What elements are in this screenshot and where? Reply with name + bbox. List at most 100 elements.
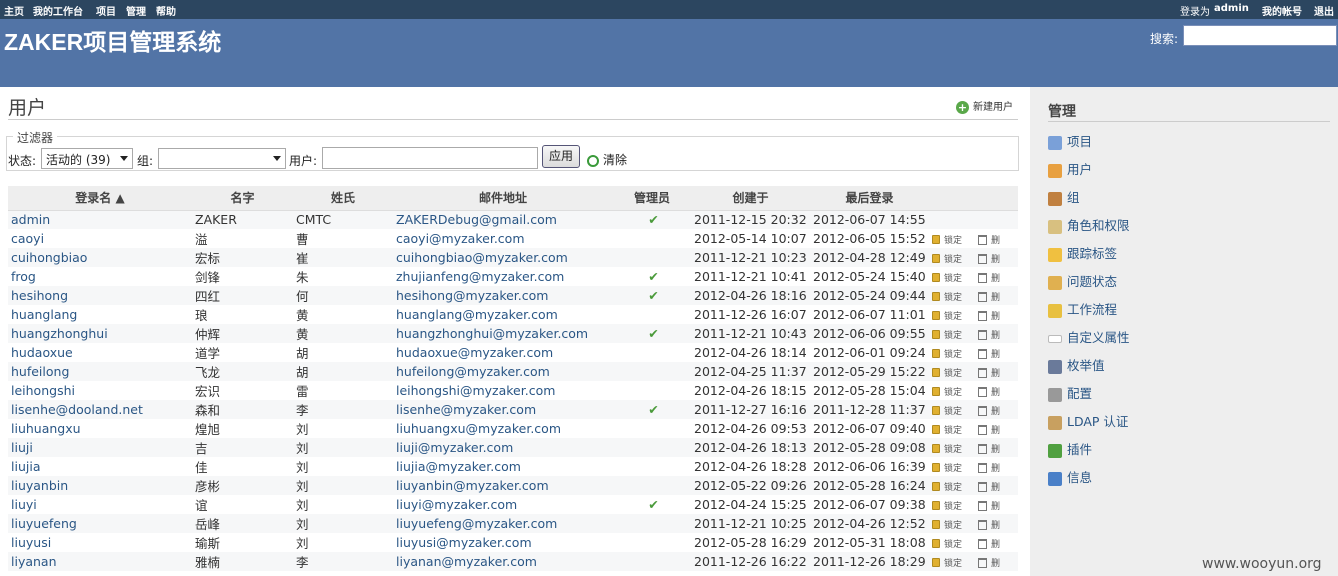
delete-user-link[interactable]: 删 (962, 440, 1000, 455)
lock-user-link[interactable]: 锁定 (932, 231, 962, 246)
user-email-link[interactable]: huanglang@myzaker.com (393, 305, 613, 324)
lock-user-link[interactable]: 锁定 (932, 326, 962, 341)
lock-user-link[interactable]: 锁定 (932, 535, 962, 550)
delete-user-link[interactable]: 删 (962, 402, 1000, 417)
column-header-created[interactable]: 创建于 (691, 186, 810, 211)
delete-user-link[interactable]: 删 (962, 383, 1000, 398)
lock-user-link[interactable]: 锁定 (932, 440, 962, 455)
delete-user-link[interactable]: 删 (962, 307, 1000, 322)
column-header-last-login[interactable]: 最后登录 (810, 186, 929, 211)
sidebar-item-roles[interactable]: 角色和权限 (1048, 215, 1130, 234)
lock-user-link[interactable]: 锁定 (932, 421, 962, 436)
user-email-link[interactable]: liuyusi@myzaker.com (393, 533, 613, 552)
user-login-link[interactable]: leihongshi (8, 381, 192, 400)
delete-user-link[interactable]: 删 (962, 535, 1000, 550)
user-login-link[interactable]: lisenhe@dooland.net (8, 400, 192, 419)
clear-link[interactable]: 清除 (587, 151, 627, 168)
menu-admin-link[interactable]: 管理 (126, 3, 146, 18)
delete-user-link[interactable]: 删 (962, 288, 1000, 303)
lock-user-link[interactable]: 锁定 (932, 250, 962, 265)
user-login-link[interactable]: huanglang (8, 305, 192, 324)
status-select[interactable]: 活动的 (39) (41, 148, 133, 169)
delete-user-link[interactable]: 删 (962, 554, 1000, 569)
user-login-link[interactable]: liuji (8, 438, 192, 457)
menu-help-link[interactable]: 帮助 (156, 3, 176, 18)
lock-user-link[interactable]: 锁定 (932, 345, 962, 360)
my-account-link[interactable]: 我的帐号 (1262, 3, 1302, 18)
user-email-link[interactable]: hesihong@myzaker.com (393, 286, 613, 305)
user-email-link[interactable]: cuihongbiao@myzaker.com (393, 248, 613, 267)
user-login-link[interactable]: liuyusi (8, 533, 192, 552)
user-email-link[interactable]: hudaoxue@myzaker.com (393, 343, 613, 362)
user-login-link[interactable]: hudaoxue (8, 343, 192, 362)
user-email-link[interactable]: liujia@myzaker.com (393, 457, 613, 476)
lock-user-link[interactable]: 锁定 (932, 497, 962, 512)
sidebar-item-info[interactable]: 信息 (1048, 467, 1092, 486)
sidebar-item-ldap[interactable]: LDAP 认证 (1048, 411, 1128, 430)
lock-user-link[interactable]: 锁定 (932, 383, 962, 398)
lock-user-link[interactable]: 锁定 (932, 459, 962, 474)
sidebar-item-tracker[interactable]: 跟踪标签 (1048, 243, 1117, 262)
group-select[interactable] (158, 148, 286, 169)
user-login-link[interactable]: frog (8, 267, 192, 286)
user-login-link[interactable]: liuyanbin (8, 476, 192, 495)
column-header-first-name[interactable]: 名字 (192, 186, 293, 211)
apply-button[interactable]: 应用 (542, 145, 580, 168)
lock-user-link[interactable]: 锁定 (932, 288, 962, 303)
user-login-link[interactable]: liujia (8, 457, 192, 476)
sidebar-item-settings[interactable]: 配置 (1048, 383, 1092, 402)
user-login-link[interactable]: cuihongbiao (8, 248, 192, 267)
delete-user-link[interactable]: 删 (962, 269, 1000, 284)
delete-user-link[interactable]: 删 (962, 326, 1000, 341)
user-login-link[interactable]: hufeilong (8, 362, 192, 381)
sidebar-item-custom-field[interactable]: 自定义属性 (1048, 327, 1130, 346)
column-header-admin[interactable]: 管理员 (613, 186, 691, 211)
sidebar-item-plugin[interactable]: 插件 (1048, 439, 1092, 458)
delete-user-link[interactable]: 删 (962, 497, 1000, 512)
delete-user-link[interactable]: 删 (962, 516, 1000, 531)
column-header-last-name[interactable]: 姓氏 (293, 186, 393, 211)
delete-user-link[interactable]: 删 (962, 459, 1000, 474)
lock-user-link[interactable]: 锁定 (932, 307, 962, 322)
menu-home-link[interactable]: 主页 (4, 3, 24, 18)
new-user-link[interactable]: + 新建用户 (956, 98, 1013, 114)
user-login-link[interactable]: liuyi (8, 495, 192, 514)
site-title[interactable]: ZAKER项目管理系统 (4, 23, 221, 57)
sidebar-item-group[interactable]: 组 (1048, 187, 1080, 206)
user-email-link[interactable]: zhujianfeng@myzaker.com (393, 267, 613, 286)
sidebar-item-list[interactable]: 枚举值 (1048, 355, 1105, 374)
user-login-link[interactable]: caoyi (8, 229, 192, 248)
sidebar-item-issue-status[interactable]: 问题状态 (1048, 271, 1117, 290)
user-email-link[interactable]: huangzhonghui@myzaker.com (393, 324, 613, 343)
user-login-link[interactable]: liuyuefeng (8, 514, 192, 533)
delete-user-link[interactable]: 删 (962, 478, 1000, 493)
user-login-link[interactable]: huangzhonghui (8, 324, 192, 343)
user-email-link[interactable]: leihongshi@myzaker.com (393, 381, 613, 400)
user-email-link[interactable]: liuji@myzaker.com (393, 438, 613, 457)
user-email-link[interactable]: liyanan@myzaker.com (393, 552, 613, 571)
user-login-link[interactable]: admin (8, 210, 192, 229)
user-email-link[interactable]: ZAKERDebug@gmail.com (393, 210, 613, 229)
lock-user-link[interactable]: 锁定 (932, 554, 962, 569)
logout-link[interactable]: 退出 (1314, 3, 1334, 18)
user-email-link[interactable]: liuyuefeng@myzaker.com (393, 514, 613, 533)
lock-user-link[interactable]: 锁定 (932, 269, 962, 284)
delete-user-link[interactable]: 删 (962, 231, 1000, 246)
logged-user-link[interactable]: admin (1214, 3, 1249, 14)
delete-user-link[interactable]: 删 (962, 250, 1000, 265)
sidebar-item-projects[interactable]: 项目 (1048, 131, 1092, 150)
user-email-link[interactable]: liuyanbin@myzaker.com (393, 476, 613, 495)
user-login-link[interactable]: liyanan (8, 552, 192, 571)
sidebar-item-workflow[interactable]: 工作流程 (1048, 299, 1117, 318)
user-email-link[interactable]: lisenhe@myzaker.com (393, 400, 613, 419)
user-email-link[interactable]: caoyi@myzaker.com (393, 229, 613, 248)
user-login-link[interactable]: hesihong (8, 286, 192, 305)
user-filter-input[interactable] (322, 147, 538, 169)
lock-user-link[interactable]: 锁定 (932, 402, 962, 417)
delete-user-link[interactable]: 删 (962, 421, 1000, 436)
user-email-link[interactable]: liuyi@myzaker.com (393, 495, 613, 514)
lock-user-link[interactable]: 锁定 (932, 516, 962, 531)
user-email-link[interactable]: hufeilong@myzaker.com (393, 362, 613, 381)
sidebar-item-user[interactable]: 用户 (1048, 159, 1092, 178)
delete-user-link[interactable]: 删 (962, 345, 1000, 360)
